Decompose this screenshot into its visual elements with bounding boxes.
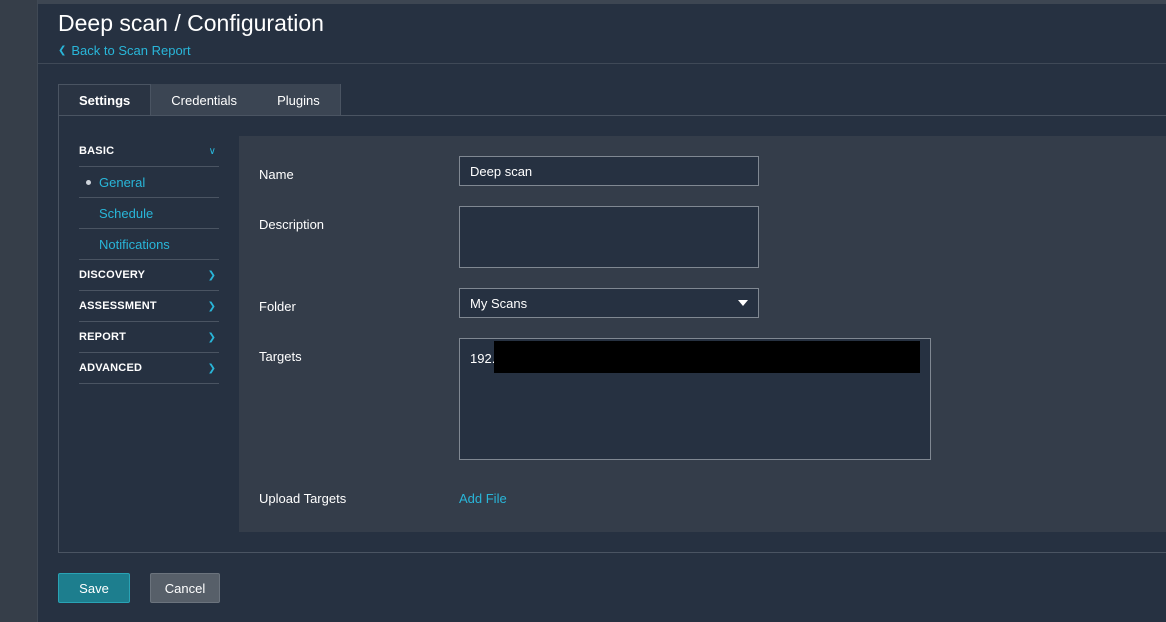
page-title: Deep scan / Configuration [58, 10, 324, 36]
nav-item-label: General [99, 174, 146, 190]
description-textarea[interactable] [459, 206, 759, 268]
dropdown-caret-icon [738, 300, 748, 306]
upload-targets-label: Upload Targets [259, 491, 347, 506]
targets-value: 192. [470, 351, 496, 366]
nav-item-general[interactable]: General [79, 167, 219, 198]
top-strip [0, 0, 1166, 4]
nav-item-schedule[interactable]: Schedule [79, 198, 219, 229]
nav-section-report[interactable]: REPORT ❯ [79, 322, 219, 353]
nav-section-discovery[interactable]: DISCOVERY ❯ [79, 260, 219, 291]
settings-sidenav: BASIC ∨ General Schedule Notifications D… [79, 136, 219, 384]
save-button[interactable]: Save [58, 573, 130, 603]
nav-section-basic[interactable]: BASIC ∨ [79, 136, 219, 167]
chevron-right-icon: ❯ [207, 269, 216, 281]
nav-item-notifications[interactable]: Notifications [79, 229, 219, 260]
chevron-left-icon: ❮ [58, 45, 67, 56]
folder-selected-value: My Scans [470, 295, 528, 311]
nav-item-label: Notifications [99, 236, 170, 252]
targets-label: Targets [259, 349, 302, 364]
chevron-right-icon: ❯ [207, 362, 216, 374]
cancel-button[interactable]: Cancel [150, 573, 220, 603]
selected-dot-icon [86, 180, 91, 185]
add-file-link[interactable]: Add File [459, 491, 507, 506]
nav-section-label: REPORT [79, 331, 127, 343]
tab-settings[interactable]: Settings [58, 84, 152, 116]
nav-section-label: ADVANCED [79, 362, 143, 374]
back-link-label: Back to Scan Report [71, 43, 191, 58]
targets-textarea[interactable]: 192. [459, 338, 931, 460]
folder-label: Folder [259, 299, 296, 314]
nav-section-label: DISCOVERY [79, 269, 146, 281]
name-label: Name [259, 167, 294, 182]
chevron-down-icon: ∨ [208, 145, 216, 157]
general-settings-form: Name Deep scan Description Folder My Sca… [239, 136, 1166, 532]
left-rail [0, 0, 38, 622]
chevron-right-icon: ❯ [207, 331, 216, 343]
folder-select[interactable]: My Scans [459, 288, 759, 318]
tab-plugins[interactable]: Plugins [257, 84, 341, 116]
name-input[interactable]: Deep scan [459, 156, 759, 186]
chevron-right-icon: ❯ [207, 300, 216, 312]
nav-section-advanced[interactable]: ADVANCED ❯ [79, 353, 219, 384]
redaction-box [494, 341, 920, 373]
tab-credentials[interactable]: Credentials [151, 84, 258, 116]
nav-section-label: BASIC [79, 145, 115, 157]
nav-section-assessment[interactable]: ASSESSMENT ❯ [79, 291, 219, 322]
header-divider [38, 63, 1166, 64]
nav-item-label: Schedule [99, 205, 154, 221]
back-to-scan-report-link[interactable]: ❮ Back to Scan Report [58, 43, 191, 58]
settings-panel: BASIC ∨ General Schedule Notifications D… [58, 115, 1166, 553]
tab-bar: Settings Credentials Plugins [58, 84, 341, 116]
nav-section-label: ASSESSMENT [79, 300, 157, 312]
description-label: Description [259, 217, 325, 232]
name-input-value: Deep scan [470, 163, 533, 179]
